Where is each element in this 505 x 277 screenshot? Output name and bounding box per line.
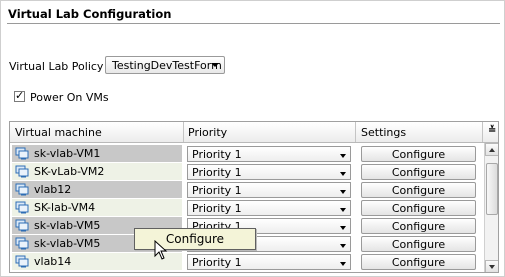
vm-name: vlab14 xyxy=(34,255,72,268)
configure-button[interactable]: Configure xyxy=(361,236,476,252)
arrow-up-icon xyxy=(489,148,495,152)
vm-name: SK-vLab-VM2 xyxy=(34,165,105,178)
vertical-scrollbar[interactable] xyxy=(484,143,498,272)
policy-label: Virtual Lab Policy xyxy=(9,60,104,73)
virtual-machine-icon xyxy=(15,183,29,196)
priority-dropdown[interactable]: Priority 1 xyxy=(187,164,351,180)
mouse-pointer-icon xyxy=(154,240,168,260)
power-on-checkbox[interactable]: ✓ xyxy=(14,89,25,102)
policy-dropdown[interactable]: TestingDevTestForm xyxy=(105,56,225,74)
configure-button[interactable]: Configure xyxy=(361,164,476,180)
priority-dropdown[interactable]: Priority 1 xyxy=(187,182,351,198)
arrow-down-icon xyxy=(489,265,495,269)
title-divider xyxy=(7,23,500,24)
checkmark-icon: ✓ xyxy=(15,89,25,102)
virtual-machine-icon xyxy=(15,201,29,214)
virtual-machine-icon xyxy=(15,165,29,178)
power-on-label: Power On VMs xyxy=(30,91,109,104)
vm-name: sk-vlab-VM5 xyxy=(34,219,101,232)
column-header-vm[interactable]: Virtual machine xyxy=(15,126,102,139)
priority-value: Priority 1 xyxy=(192,148,242,161)
chevron-down-icon xyxy=(340,190,346,194)
chevron-down-icon xyxy=(211,63,219,67)
vm-name: sk-vlab-VM5 xyxy=(34,237,101,250)
vm-name: SK-lab-VM4 xyxy=(34,201,96,214)
scrollbar-thumb[interactable] xyxy=(486,163,498,215)
virtual-machine-icon xyxy=(15,147,29,160)
scroll-down-button[interactable] xyxy=(485,260,498,272)
chevron-down-icon xyxy=(340,244,346,248)
table-row[interactable]: SK-lab-VM4 Priority 1 Configure xyxy=(10,199,481,217)
chevron-down-icon xyxy=(340,262,346,266)
vm-cell[interactable]: SK-vLab-VM2 xyxy=(12,163,182,180)
vm-table: Virtual machine Priority Settings ≚ sk-v… xyxy=(9,121,499,273)
table-row[interactable]: sk-vlab-VM1 Priority 1 Configure xyxy=(10,145,481,163)
policy-selected-value: TestingDevTestForm xyxy=(112,59,222,72)
configure-button[interactable]: Configure xyxy=(361,254,476,270)
column-menu-icon[interactable]: ≚ xyxy=(488,125,496,136)
virtual-lab-panel: Virtual Lab Configuration Virtual Lab Po… xyxy=(0,0,505,277)
scroll-up-button[interactable] xyxy=(485,143,498,156)
priority-value: Priority 1 xyxy=(192,256,242,269)
chevron-down-icon xyxy=(340,154,346,158)
priority-dropdown[interactable]: Priority 1 xyxy=(187,200,351,216)
configure-button[interactable]: Configure xyxy=(361,182,476,198)
chevron-down-icon xyxy=(340,172,346,176)
column-header-priority[interactable]: Priority xyxy=(188,126,227,139)
chevron-down-icon xyxy=(340,208,346,212)
configure-button[interactable]: Configure xyxy=(361,218,476,234)
chevron-down-icon xyxy=(340,226,346,230)
virtual-machine-icon xyxy=(15,237,29,250)
column-separator xyxy=(482,122,483,142)
column-header-settings[interactable]: Settings xyxy=(361,126,406,139)
configure-button[interactable]: Configure xyxy=(361,146,476,162)
priority-value: Priority 1 xyxy=(192,184,242,197)
vm-cell[interactable]: vlab12 xyxy=(12,181,182,198)
priority-value: Priority 1 xyxy=(192,166,242,179)
vm-cell[interactable]: SK-lab-VM4 xyxy=(12,199,182,216)
vm-name: vlab12 xyxy=(34,183,72,196)
table-row[interactable]: vlab14 Priority 1 Configure xyxy=(10,253,481,271)
table-row[interactable]: SK-vLab-VM2 Priority 1 Configure xyxy=(10,163,481,181)
drag-preview-label: Configure xyxy=(165,232,225,246)
priority-dropdown[interactable]: Priority 1 xyxy=(187,254,351,270)
priority-dropdown[interactable]: Priority 1 xyxy=(187,146,351,162)
table-row[interactable]: vlab12 Priority 1 Configure xyxy=(10,181,481,199)
section-title: Virtual Lab Configuration xyxy=(8,7,172,21)
table-header: Virtual machine Priority Settings ≚ xyxy=(10,122,498,143)
virtual-machine-icon xyxy=(15,255,29,268)
virtual-machine-icon xyxy=(15,219,29,232)
vm-cell[interactable]: sk-vlab-VM1 xyxy=(12,145,182,162)
column-separator[interactable] xyxy=(355,122,356,142)
vm-name: sk-vlab-VM1 xyxy=(34,147,101,160)
priority-value: Priority 1 xyxy=(192,202,242,215)
configure-button[interactable]: Configure xyxy=(361,200,476,216)
column-separator[interactable] xyxy=(183,122,184,142)
drag-preview: Configure xyxy=(134,228,256,250)
